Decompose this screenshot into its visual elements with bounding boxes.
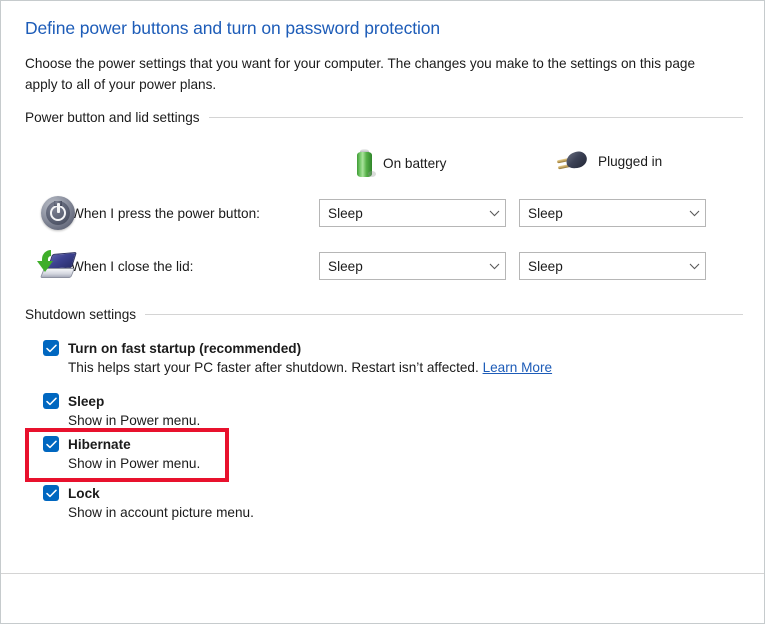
- option-header-row: Hibernate: [43, 435, 703, 453]
- dropdown-power-button-on-battery[interactable]: Sleep: [319, 199, 506, 227]
- option-title: Lock: [68, 485, 100, 501]
- option-description: Show in Power menu.: [68, 413, 201, 428]
- checkbox-fast-startup[interactable]: [43, 340, 59, 356]
- group-header-rule: [145, 314, 743, 315]
- setting-row-label: When I press the power button:: [71, 205, 260, 221]
- option-header-row: Turn on fast startup (recommended): [43, 339, 703, 357]
- chevron-down-icon: [483, 210, 505, 217]
- chevron-down-icon: [683, 210, 705, 217]
- shutdown-option-sleep: Sleep Show in Power menu.: [43, 392, 703, 428]
- dialog-footer: Save changes Cancel: [1, 574, 764, 623]
- power-button-icon: [25, 192, 75, 234]
- option-header-row: Lock: [43, 484, 703, 502]
- setting-row-close-lid: When I close the lid: Sleep Sleep: [25, 244, 743, 288]
- settings-content-area: Define power buttons and turn on passwor…: [1, 1, 764, 573]
- page-title: Define power buttons and turn on passwor…: [25, 18, 441, 38]
- column-header-label: Plugged in: [598, 153, 663, 169]
- option-description: This helps start your PC faster after sh…: [68, 360, 703, 375]
- setting-row-label: When I close the lid:: [71, 258, 194, 274]
- shutdown-option-lock: Lock Show in account picture menu.: [43, 484, 703, 520]
- page-description: Choose the power settings that you want …: [25, 56, 696, 92]
- checkbox-lock[interactable]: [43, 485, 59, 501]
- checkbox-hibernate[interactable]: [43, 436, 59, 452]
- dropdown-power-button-plugged-in[interactable]: Sleep: [519, 199, 706, 227]
- shutdown-option-fast-startup: Turn on fast startup (recommended) This …: [43, 339, 703, 375]
- dropdown-value: Sleep: [328, 205, 363, 221]
- dropdown-value: Sleep: [328, 258, 363, 274]
- dropdown-close-lid-plugged-in[interactable]: Sleep: [519, 252, 706, 280]
- chevron-down-icon: [483, 263, 505, 270]
- column-header-plugged-in: Plugged in: [556, 149, 663, 173]
- option-title: Turn on fast startup (recommended): [68, 340, 302, 356]
- option-description: Show in account picture menu.: [68, 505, 254, 520]
- option-title: Sleep: [68, 393, 105, 409]
- dropdown-value: Sleep: [528, 205, 563, 221]
- battery-icon: [357, 149, 376, 177]
- option-description-text: This helps start your PC faster after sh…: [68, 360, 479, 375]
- group-header-rule: [208, 117, 743, 118]
- laptop-lid-icon: [25, 245, 77, 287]
- column-header-label: On battery: [383, 155, 447, 171]
- group-header-label: Power button and lid settings: [25, 110, 200, 125]
- option-header-row: Sleep: [43, 392, 703, 410]
- group-header-power-and-lid: Power button and lid settings: [25, 110, 743, 125]
- option-description: Show in Power menu.: [68, 456, 201, 471]
- setting-row-power-button: When I press the power button: Sleep Sle…: [25, 191, 743, 235]
- power-plug-icon: [556, 149, 589, 173]
- dropdown-close-lid-on-battery[interactable]: Sleep: [319, 252, 506, 280]
- chevron-down-icon: [683, 263, 705, 270]
- learn-more-link[interactable]: Learn More: [483, 360, 553, 375]
- group-header-label: Shutdown settings: [25, 307, 137, 322]
- power-options-window: Define power buttons and turn on passwor…: [0, 0, 765, 624]
- option-title: Hibernate: [68, 436, 131, 452]
- shutdown-option-hibernate: Hibernate Show in Power menu.: [43, 435, 703, 471]
- column-header-on-battery: On battery: [357, 149, 446, 177]
- dropdown-value: Sleep: [528, 258, 563, 274]
- checkbox-sleep[interactable]: [43, 393, 59, 409]
- group-header-shutdown-settings: Shutdown settings: [25, 307, 743, 322]
